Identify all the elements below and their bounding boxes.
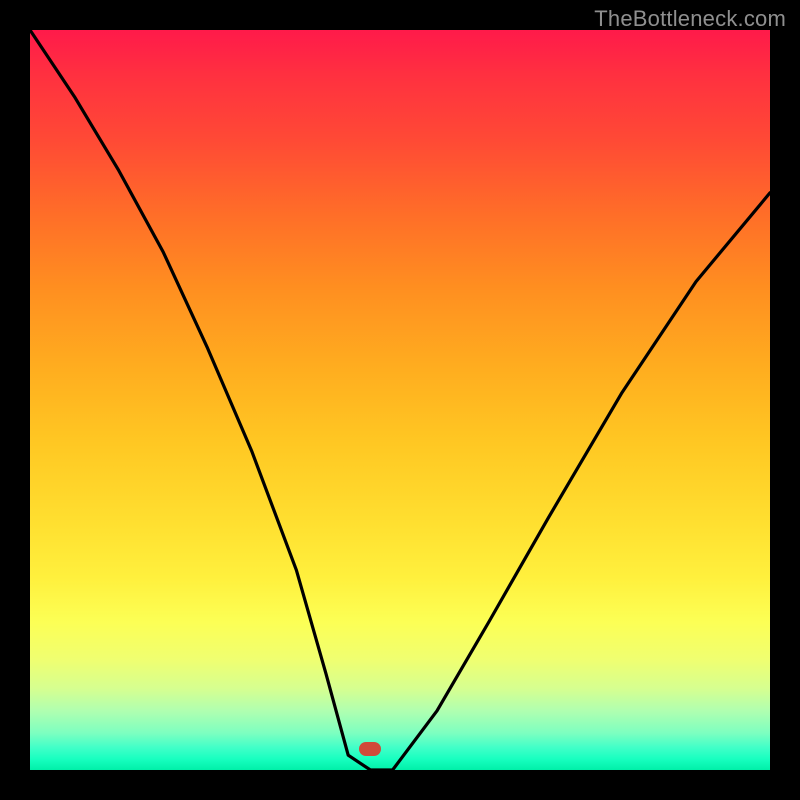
optimum-marker xyxy=(359,742,381,756)
chart-frame: TheBottleneck.com xyxy=(0,0,800,800)
plot-area xyxy=(30,30,770,770)
bottleneck-curve xyxy=(30,30,770,770)
watermark-text: TheBottleneck.com xyxy=(594,6,786,32)
